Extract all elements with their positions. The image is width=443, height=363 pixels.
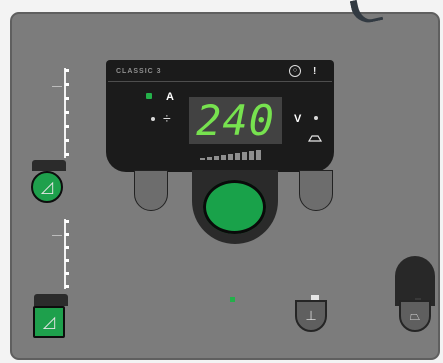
upper-green-button-base — [32, 160, 66, 171]
current-label: A — [166, 91, 174, 103]
center-indicator-led — [230, 297, 235, 302]
main-knob[interactable] — [203, 180, 266, 234]
thickness-led — [151, 117, 155, 121]
info-mark: ! — [313, 66, 317, 77]
wire-feed-icon-bottom: ⊥ — [305, 308, 317, 323]
level-ramp — [200, 150, 261, 160]
lower-scale-line — [64, 219, 66, 289]
program-button[interactable]: ◿ — [33, 306, 65, 338]
upper-scale-dash — [52, 86, 62, 87]
gas-test-button[interactable]: ⏢ — [399, 300, 431, 332]
top-divider — [108, 81, 332, 82]
weld-mode-button[interactable]: ◿ — [31, 171, 63, 203]
voltage-led — [314, 116, 318, 120]
wire-feed-icon — [308, 135, 322, 142]
model-label: CLASSIC 3 — [116, 68, 162, 75]
right-selector-button[interactable] — [299, 170, 333, 211]
voltage-label: V — [294, 113, 302, 125]
current-led — [146, 93, 152, 99]
info-icon: ○ — [289, 65, 301, 77]
wire-feed-button[interactable]: ⊥ — [295, 300, 327, 332]
gas-test-icon: ⏢ — [409, 308, 421, 323]
weld-mode-icon: ◿ — [40, 179, 54, 196]
program-icon: ◿ — [42, 314, 56, 331]
left-selector-button[interactable] — [134, 170, 168, 211]
lower-green-button-base — [34, 294, 68, 306]
equipment-frame: CLASSIC 3 ○ ! A ÷ 240 V ◿ ◿ ⊥ ⏢ — [0, 0, 443, 363]
current-display: 240 — [189, 97, 282, 144]
lower-scale-dash — [52, 235, 62, 236]
thickness-icon: ÷ — [163, 110, 171, 126]
